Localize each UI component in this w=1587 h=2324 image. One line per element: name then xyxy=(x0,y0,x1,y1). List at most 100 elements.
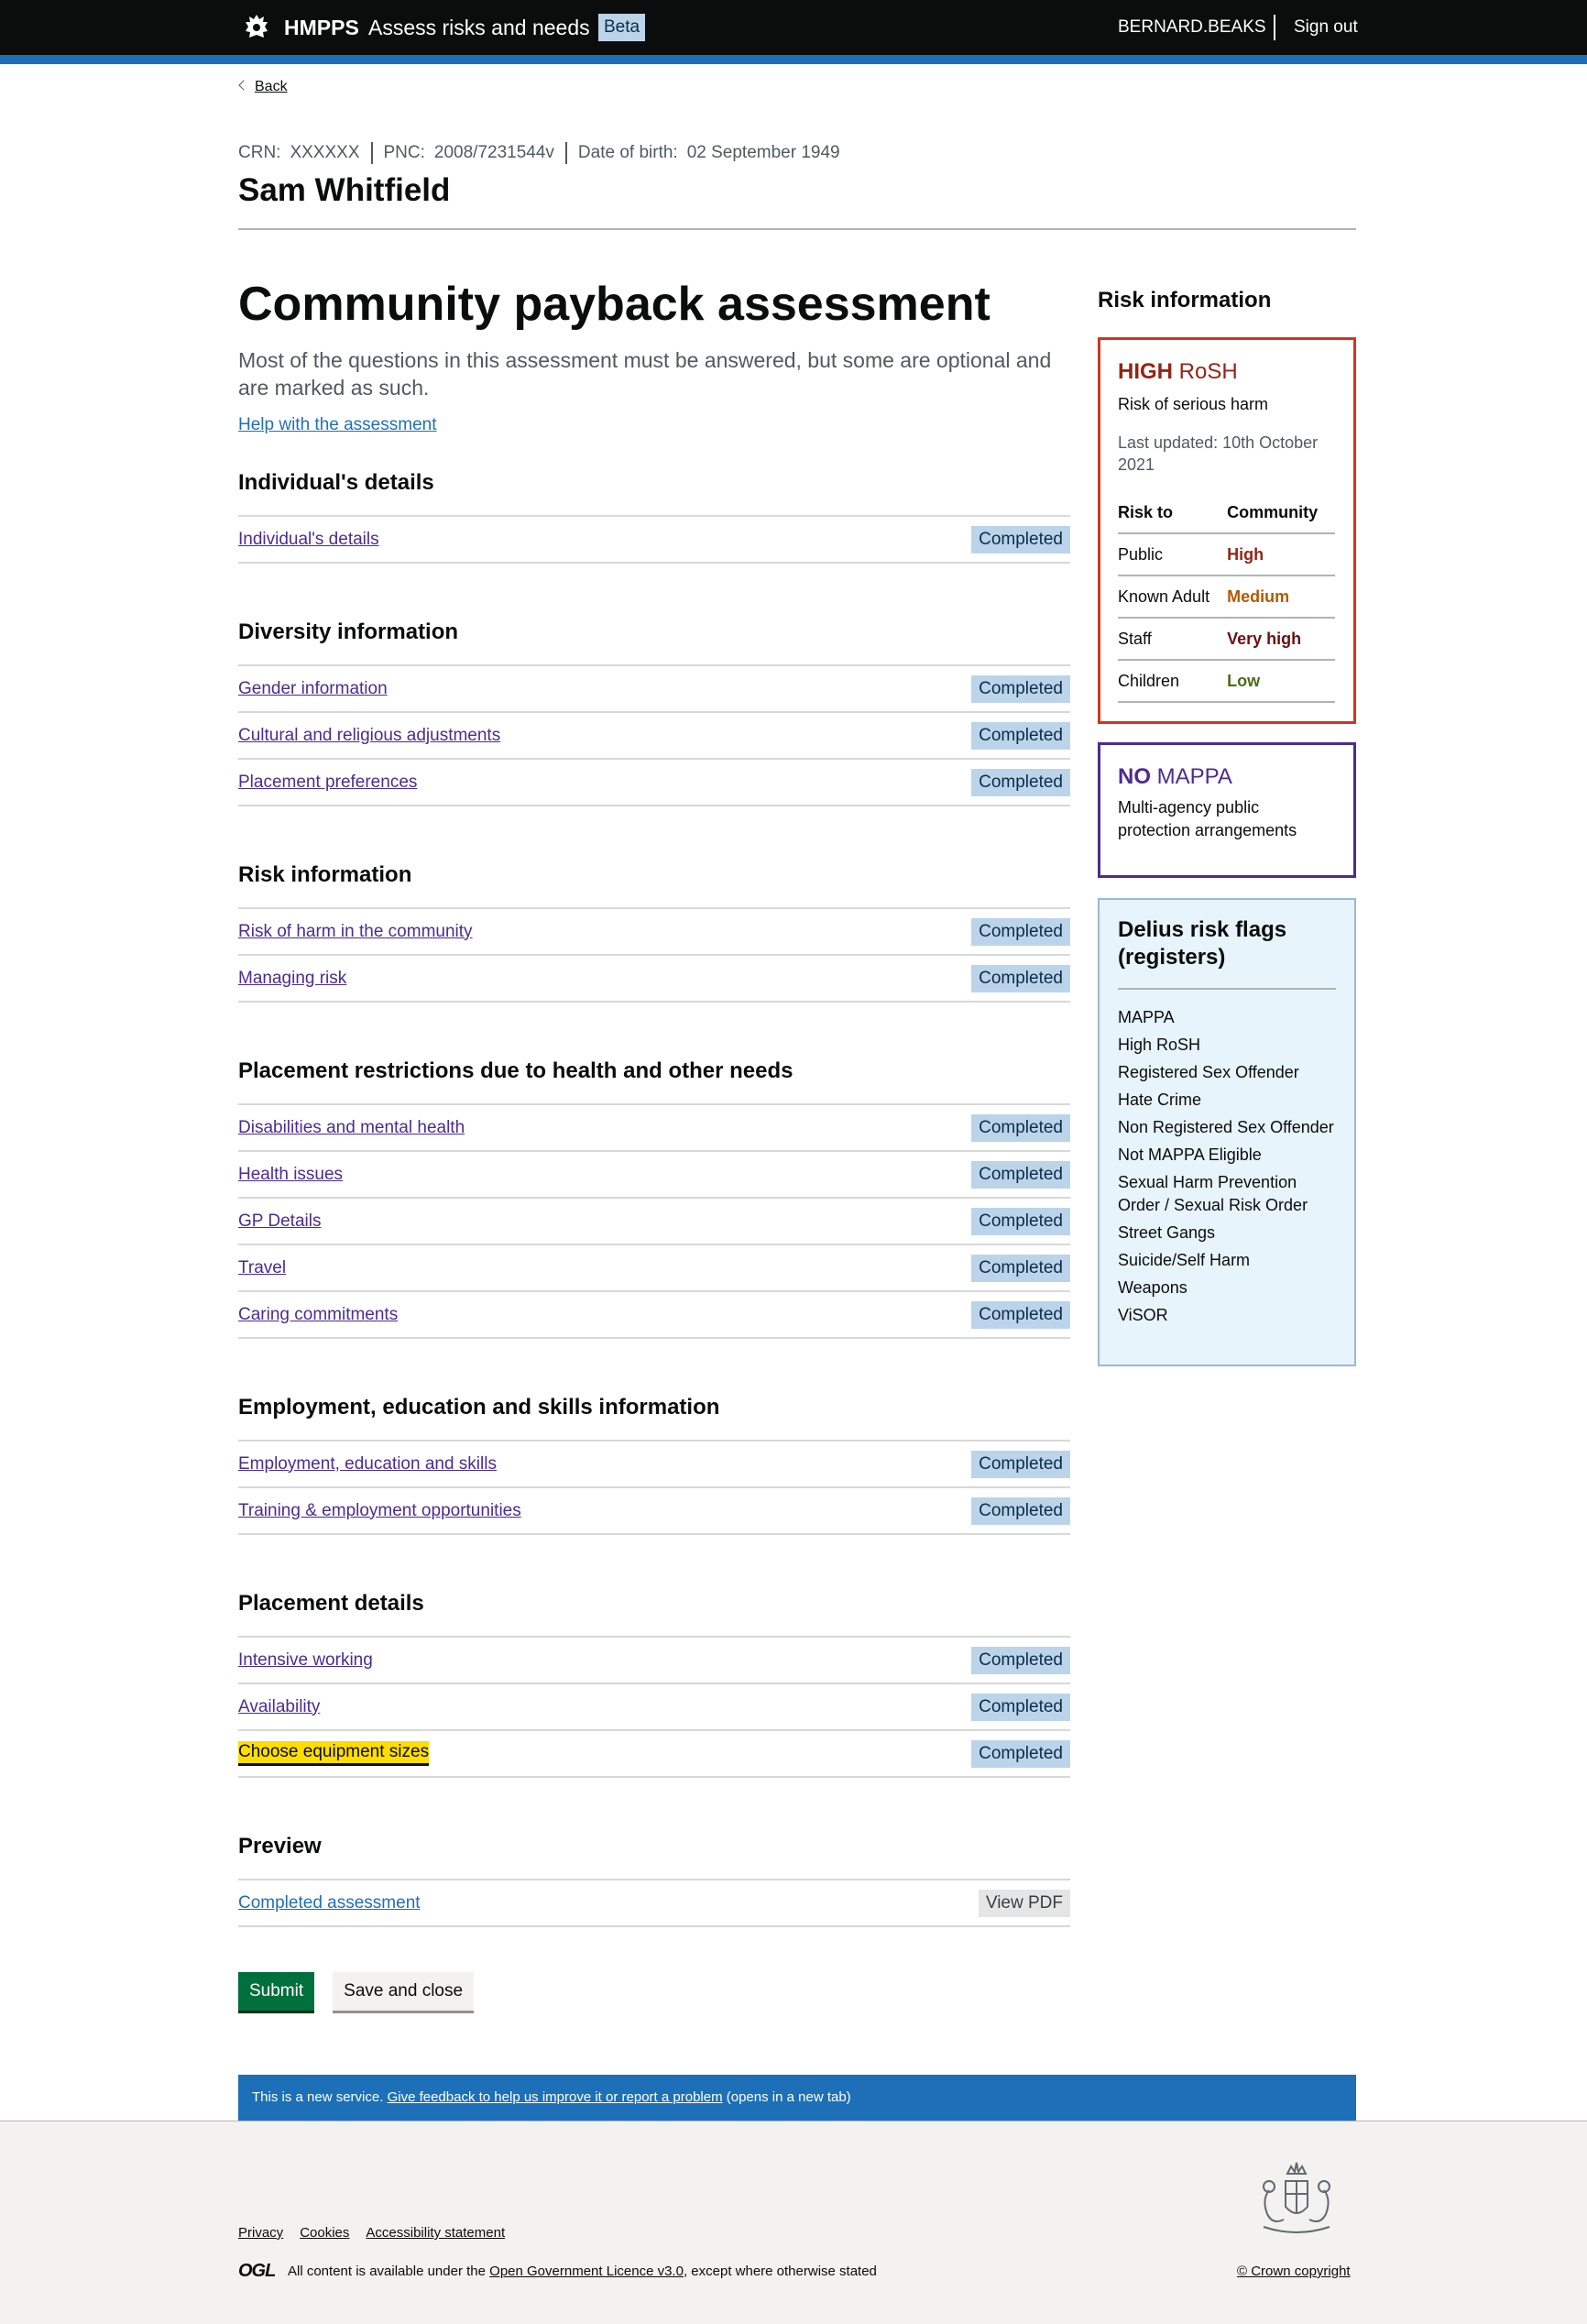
service-name[interactable]: Assess risks and needs xyxy=(368,15,590,40)
task-link[interactable]: Disabilities and mental health xyxy=(238,1117,465,1139)
task-section: Employment, education and skills informa… xyxy=(238,1394,1070,1535)
chevron-left-icon xyxy=(238,80,249,91)
task-section: Diversity information Gender information C… xyxy=(238,619,1070,806)
rosh-row: Public High xyxy=(1118,533,1335,576)
status-tag: Completed xyxy=(971,1646,1070,1674)
page-lead: Most of the questions in this assessment… xyxy=(238,348,1052,400)
task-section: Placement restrictions due to health and… xyxy=(238,1058,1070,1339)
back-link[interactable]: Back xyxy=(238,77,288,97)
col-risk-to: Risk to xyxy=(1118,492,1228,534)
page-title: Community payback assessment xyxy=(238,278,991,331)
pnc-label: PNC: xyxy=(383,143,425,162)
task-row: Training & employment opportunities Compl… xyxy=(238,1488,1070,1535)
crown-crest-icon xyxy=(246,15,268,38)
status-tag: Completed xyxy=(971,1254,1070,1282)
crown-copyright-link[interactable]: © Crown copyright xyxy=(1237,2263,1351,2281)
task-row: GP Details Completed xyxy=(238,1199,1070,1245)
risk-sidebar: Risk information HIGH RoSH Risk of serio… xyxy=(1098,275,1356,1366)
task-row: Health issues Completed xyxy=(238,1152,1070,1199)
site-header: HMPPS Assess risks and needs Beta BERNAR… xyxy=(0,0,1587,55)
task-link[interactable]: Cultural and religious adjustments xyxy=(238,725,500,747)
task-link[interactable]: Availability xyxy=(238,1696,320,1718)
sign-out-link[interactable]: Sign out xyxy=(1294,16,1358,38)
task-link[interactable]: Training & employment opportunities xyxy=(238,1500,521,1522)
footer-link-cookies[interactable]: Cookies xyxy=(300,2224,349,2242)
task-link[interactable]: Employment, education and skills xyxy=(238,1453,497,1475)
task-row: Individual's details Completed xyxy=(238,517,1070,564)
task-row: Completed assessment View PDF xyxy=(238,1880,1070,1927)
rosh-row: Known Adult Medium xyxy=(1118,576,1335,619)
divider xyxy=(238,228,1356,230)
status-tag: Completed xyxy=(971,525,1070,554)
footer-link-accessibility[interactable]: Accessibility statement xyxy=(366,2224,505,2242)
ogl-logo-icon: OGL xyxy=(238,2261,276,2281)
risk-level: Medium xyxy=(1227,576,1335,619)
feedback-link[interactable]: Give feedback to help us improve it or r… xyxy=(388,2089,723,2105)
status-tag: Completed xyxy=(971,1693,1070,1721)
task-link[interactable]: Completed assessment xyxy=(238,1892,421,1914)
risk-flags-heading: Delius risk flags (registers) xyxy=(1118,916,1336,990)
sidebar-heading: Risk information xyxy=(1098,288,1272,312)
task-row: Risk of harm in the community Completed xyxy=(238,909,1070,956)
task-link[interactable]: GP Details xyxy=(238,1211,321,1233)
task-link[interactable]: Intensive working xyxy=(238,1650,373,1672)
rosh-label: RoSH xyxy=(1178,359,1238,384)
phase-tag: Beta xyxy=(598,14,646,41)
pnc-value: 2008/7231544v xyxy=(433,143,554,162)
brand-name[interactable]: HMPPS xyxy=(284,15,359,40)
mappa-label: MAPPA xyxy=(1156,764,1232,789)
licence-link[interactable]: Open Government Licence v3.0 xyxy=(489,2264,684,2279)
task-link[interactable]: Choose equipment sizes xyxy=(238,1741,430,1766)
section-heading: Risk information xyxy=(238,861,1070,909)
task-row: Caring commitments Completed xyxy=(238,1292,1070,1339)
royal-coat-of-arms-icon xyxy=(1263,2162,1330,2233)
crn-value: XXXXXX xyxy=(290,143,360,162)
risk-level: Low xyxy=(1227,660,1335,703)
task-link[interactable]: Risk of harm in the community xyxy=(238,921,473,943)
task-row: Employment, education and skills Complete… xyxy=(238,1442,1070,1488)
licence-after: , except where otherwise stated xyxy=(683,2264,877,2279)
header-divider xyxy=(1274,15,1275,40)
rosh-level: HIGH xyxy=(1118,359,1173,384)
status-tag: Completed xyxy=(971,1207,1070,1235)
dob: Date of birth: 02 September 1949 xyxy=(578,142,851,164)
rosh-table: Risk to Community Public High Known Adult M… xyxy=(1118,492,1335,703)
rosh-title: HIGH RoSH xyxy=(1118,358,1335,386)
footer-link-privacy[interactable]: Privacy xyxy=(238,2224,283,2242)
section-heading: Employment, education and skills informa… xyxy=(238,1394,1070,1442)
risk-flag-item: Sexual Harm Prevention Order / Sexual Ri… xyxy=(1118,1173,1308,1214)
section-heading: Placement restrictions due to health and… xyxy=(238,1058,1070,1105)
rosh-updated: Last updated: 10th October 2021 xyxy=(1118,433,1319,474)
status-tag: Completed xyxy=(971,1300,1070,1329)
help-link[interactable]: Help with the assessment xyxy=(238,414,437,436)
task-link[interactable]: Individual's details xyxy=(238,529,379,551)
site-footer: Privacy Cookies Accessibility statement … xyxy=(0,2121,1587,2324)
task-link[interactable]: Gender information xyxy=(238,678,388,700)
risk-flags-list: MAPPA High RoSH Registered Sex Offender Hat… xyxy=(1118,1006,1336,1327)
pnc: PNC: 2008/7231544v xyxy=(384,142,567,164)
banner-text-after: (opens in a new tab) xyxy=(726,2089,851,2105)
risk-to-label: Staff xyxy=(1118,618,1228,661)
save-and-close-button[interactable]: Save and close xyxy=(333,1972,475,2011)
dob-value: 02 September 1949 xyxy=(686,143,840,162)
risk-flag-item: Street Gangs xyxy=(1118,1223,1216,1242)
header-accent-bar xyxy=(0,55,1587,64)
rosh-subtitle: Risk of serious harm xyxy=(1118,395,1269,413)
task-link[interactable]: Placement preferences xyxy=(238,772,417,794)
risk-flag-item: Registered Sex Offender xyxy=(1118,1063,1299,1081)
crn: CRN: XXXXXX xyxy=(238,142,373,164)
feedback-banner: This is a new service. Give feedback to … xyxy=(238,2075,1356,2121)
status-tag: View PDF xyxy=(978,1889,1070,1917)
risk-flag-item: Not MAPPA Eligible xyxy=(1118,1146,1262,1164)
submit-button[interactable]: Submit xyxy=(238,1972,315,2011)
status-tag: Completed xyxy=(971,1160,1070,1189)
task-link[interactable]: Health issues xyxy=(238,1164,343,1186)
form-actions: Submit Save and close xyxy=(238,1972,475,2011)
task-section: Individual's details Individual's details… xyxy=(238,469,1070,564)
risk-to-label: Known Adult xyxy=(1118,576,1228,619)
task-link[interactable]: Managing risk xyxy=(238,968,346,990)
rosh-row: Children Low xyxy=(1118,660,1335,703)
task-link[interactable]: Caring commitments xyxy=(238,1304,398,1326)
risk-flag-item: MAPPA xyxy=(1118,1008,1175,1026)
task-link[interactable]: Travel xyxy=(238,1257,286,1279)
